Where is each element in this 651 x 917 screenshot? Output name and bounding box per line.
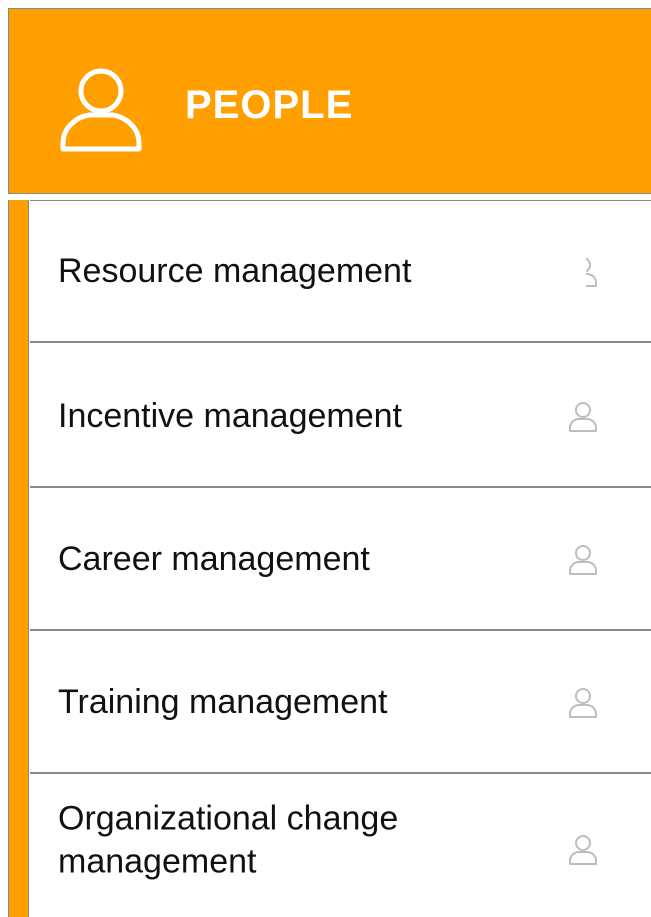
people-panel: PEOPLE Resource management Incentive man… (0, 0, 651, 917)
menu-item-label: Resource management (58, 251, 412, 290)
person-outline-icon (569, 687, 597, 718)
menu-item-organizational-change-management[interactable]: Organizational change management (30, 774, 651, 917)
people-menu-list: Resource management Incentive management… (30, 200, 651, 917)
person-outline-icon (569, 835, 597, 865)
menu-item-incentive-management[interactable]: Incentive management (30, 345, 651, 488)
person-outline-icon (586, 254, 600, 288)
menu-item-label: Training management (58, 682, 388, 721)
accent-rail (8, 200, 29, 917)
panel-title: PEOPLE (185, 83, 354, 127)
menu-item-label: Career management (58, 539, 370, 578)
person-outline-icon (60, 68, 142, 152)
person-outline-icon (569, 401, 597, 432)
menu-item-resource-management[interactable]: Resource management (30, 200, 651, 343)
panel-header: PEOPLE (8, 8, 651, 194)
menu-item-training-management[interactable]: Training management (30, 631, 651, 774)
menu-item-career-management[interactable]: Career management (30, 488, 651, 631)
menu-item-label: Organizational change management (58, 799, 399, 881)
person-outline-icon (569, 544, 597, 575)
menu-item-label: Incentive management (58, 396, 402, 435)
